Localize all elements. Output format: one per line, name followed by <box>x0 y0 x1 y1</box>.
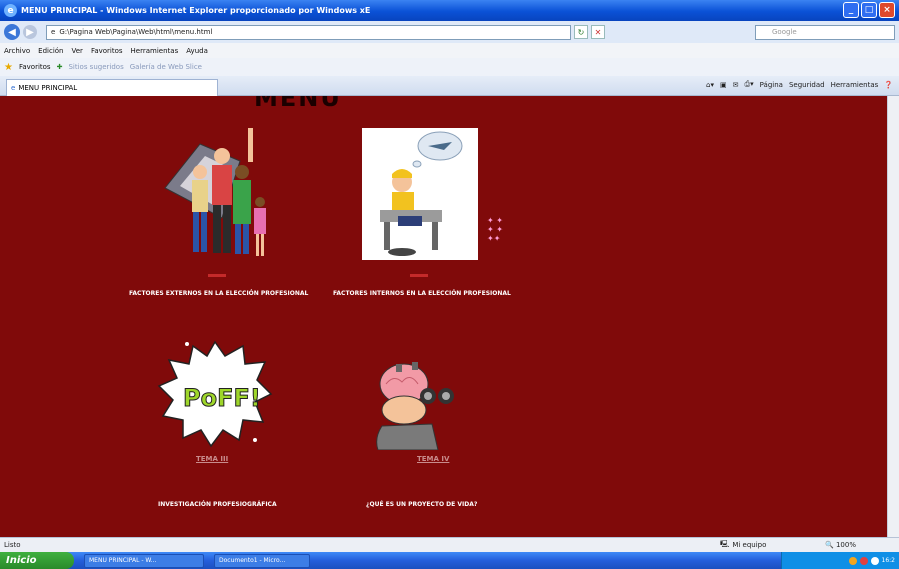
thinker-clipart[interactable] <box>368 358 468 450</box>
menu-item-ayuda[interactable]: Ayuda <box>186 47 208 55</box>
poff-clipart[interactable]: PoFF! <box>157 336 273 452</box>
tray-icon[interactable] <box>848 556 857 565</box>
zoom-icon: 🔍 <box>825 541 834 549</box>
print-icon[interactable]: ⎙▾ <box>745 80 754 89</box>
url-input[interactable]: e G:\Pagina Web\Pagina\Web\html\menu.htm… <box>46 24 571 40</box>
window-title: MENU PRINCIPAL - Windows Internet Explor… <box>21 6 371 15</box>
favorites-bar: ★ Favoritos ✚ Sitios sugeridos Galería d… <box>0 58 899 76</box>
taskbar: Inicio MENU PRINCIPAL - W... Documento1 … <box>0 552 899 569</box>
taskbar-item-ie[interactable]: MENU PRINCIPAL - W... <box>84 553 204 568</box>
web-slice-link[interactable]: Galería de Web Slice <box>130 63 202 71</box>
window-titlebar: e MENU PRINCIPAL - Windows Internet Expl… <box>0 0 899 21</box>
minimize-button[interactable]: _ <box>843 2 859 18</box>
zone-label: Mi equipo <box>732 541 767 549</box>
computer-icon: 🖳 <box>720 539 730 548</box>
system-tray: 16:2 <box>781 552 899 569</box>
back-button[interactable]: ◀ <box>4 24 20 40</box>
favorites-button[interactable]: Favoritos <box>19 63 51 71</box>
tema-iv-link[interactable]: TEMA IV <box>417 455 449 463</box>
search-input[interactable]: Google <box>755 24 895 40</box>
item-link-2[interactable] <box>410 274 428 277</box>
address-bar: ◀ ▶ e G:\Pagina Web\Pagina\Web\html\menu… <box>0 21 899 43</box>
svg-text:PoFF!: PoFF! <box>183 384 261 412</box>
tray-icon[interactable] <box>870 556 879 565</box>
tema-iii-link[interactable]: TEMA III <box>196 455 228 463</box>
family-clipart[interactable] <box>160 126 270 266</box>
tab-menu-principal[interactable]: e MENU PRINCIPAL <box>6 79 218 96</box>
forward-button[interactable]: ▶ <box>23 25 37 39</box>
clock[interactable]: 16:2 <box>882 557 895 564</box>
vertical-scrollbar[interactable] <box>887 96 899 537</box>
star-icon: ★ <box>4 61 13 73</box>
item-caption-4[interactable]: ¿QUÉ ES UN PROYECTO DE VIDA? <box>366 501 477 508</box>
close-button[interactable]: × <box>879 2 895 18</box>
menu-item-ver[interactable]: Ver <box>72 47 83 55</box>
zoom-control[interactable]: 🔍 100% <box>825 541 856 549</box>
item-caption-2[interactable]: FACTORES INTERNOS EN LA ELECCIÓN PROFESI… <box>333 290 511 297</box>
taskbar-item-word[interactable]: Documento1 - Micro... <box>214 553 310 568</box>
page-content: MENU FACTORES EXTERNOS EN LA ELECCIÓN PR… <box>0 96 899 537</box>
menu-item-edicion[interactable]: Edición <box>38 47 63 55</box>
menu-bar: Archivo Edición Ver Favoritos Herramient… <box>0 43 899 58</box>
status-text: Listo <box>4 541 21 549</box>
menu-item-herramientas[interactable]: Herramientas <box>131 47 179 55</box>
suggested-sites-link[interactable]: Sitios sugeridos <box>68 63 123 71</box>
page-menu[interactable]: Página <box>760 81 783 89</box>
status-bar: Listo 🖳 Mi equipo 🔍 100% <box>0 537 899 552</box>
feeds-icon[interactable]: ▣ <box>720 81 727 89</box>
safety-menu[interactable]: Seguridad <box>789 81 825 89</box>
item-link-1[interactable] <box>208 274 226 277</box>
student-thinking-clipart[interactable] <box>362 128 478 260</box>
command-bar: ⌂▾ ▣ ✉ ⎙▾ Página Seguridad Herramientas … <box>706 80 893 89</box>
page-title: MENU <box>254 96 342 112</box>
sparkle-icon: ✦ ✦ ✦ ✦ ✦✦ <box>487 216 503 243</box>
menu-item-favoritos[interactable]: Favoritos <box>91 47 123 55</box>
item-caption-3[interactable]: INVESTIGACIÓN PROFESIOGRÁFICA <box>158 501 277 508</box>
stop-icon[interactable]: ✕ <box>591 25 605 39</box>
menu-item-archivo[interactable]: Archivo <box>4 47 30 55</box>
home-icon[interactable]: ⌂▾ <box>706 81 714 89</box>
tab-page-icon: e <box>11 84 16 92</box>
mail-icon[interactable]: ✉ <box>733 81 739 89</box>
tab-bar: e MENU PRINCIPAL ⌂▾ ▣ ✉ ⎙▾ Página Seguri… <box>0 76 899 96</box>
refresh-icon[interactable]: ↻ <box>574 25 588 39</box>
ie-icon: e <box>4 4 17 17</box>
maximize-button[interactable]: □ <box>861 2 877 18</box>
start-button[interactable]: Inicio <box>0 552 74 569</box>
tray-icon[interactable] <box>859 556 868 565</box>
help-icon[interactable]: ❓ <box>884 81 893 89</box>
tools-menu[interactable]: Herramientas <box>831 81 879 89</box>
page-icon: e <box>51 28 56 36</box>
item-caption-1[interactable]: FACTORES EXTERNOS EN LA ELECCIÓN PROFESI… <box>129 290 308 297</box>
add-favorite-icon[interactable]: ✚ <box>57 63 63 71</box>
